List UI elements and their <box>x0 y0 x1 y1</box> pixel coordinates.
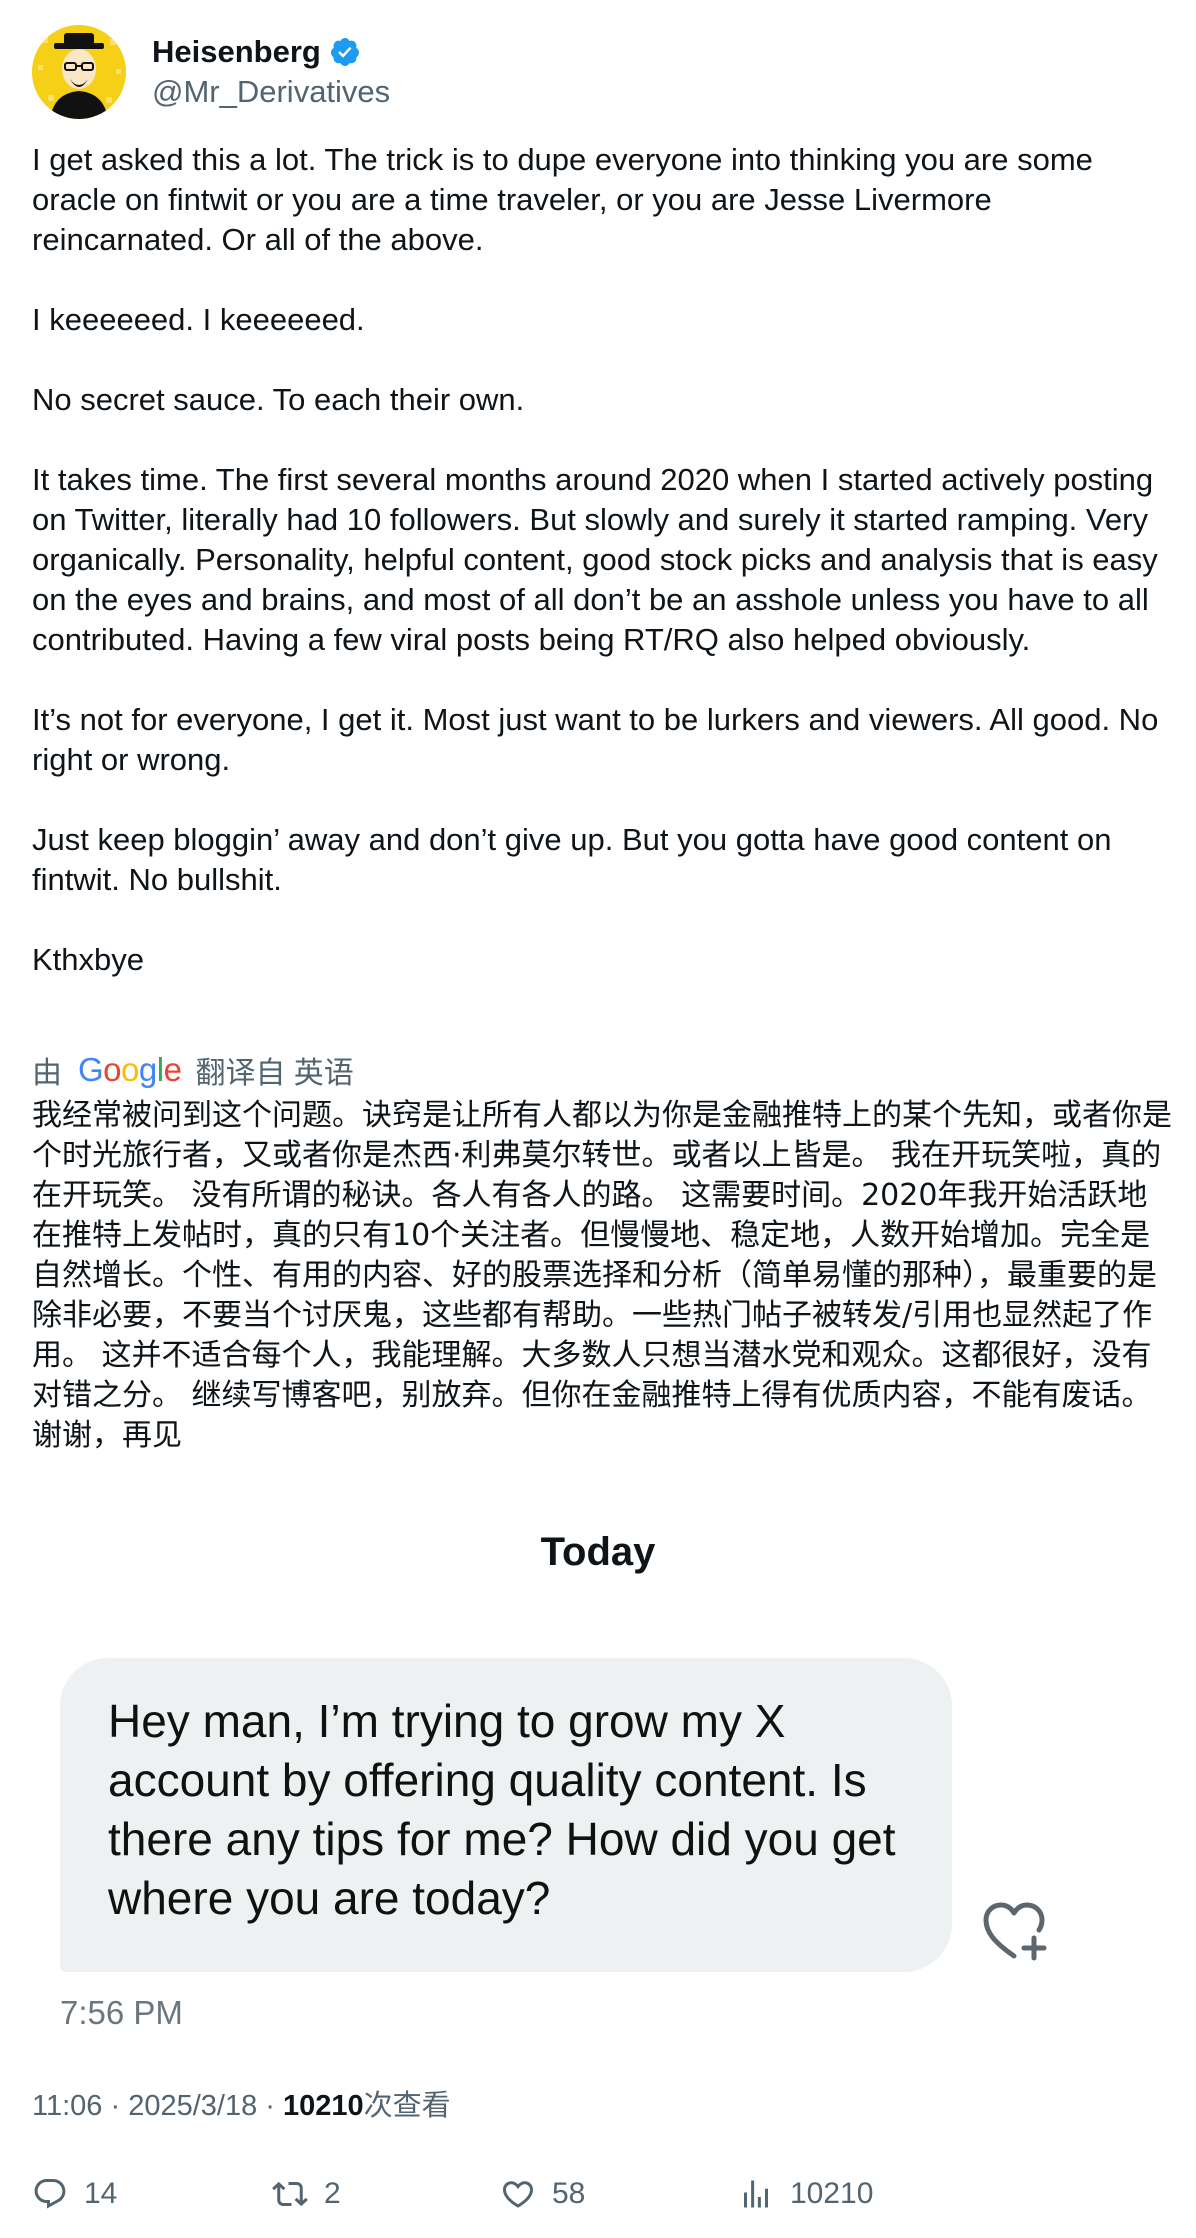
google-logo: Google <box>78 1051 182 1088</box>
day-separator: Today <box>540 1530 656 1574</box>
views-icon <box>744 2180 768 2208</box>
reply-count: 14 <box>84 2177 118 2210</box>
attached-image[interactable]: Today Hey man, I’m trying to grow my X a… <box>0 1510 1196 2050</box>
heart-plus-icon <box>980 1900 1048 1962</box>
tweet-meta: 11:06 · 2025/3/18 · 10210次查看 <box>32 2086 451 2126</box>
tweet-paragraph: It’s not for everyone, I get it. Most ju… <box>32 702 1167 777</box>
author-handle[interactable]: @Mr_Derivatives <box>152 72 390 112</box>
repost-icon <box>272 2181 308 2207</box>
author-name[interactable]: Heisenberg <box>152 32 321 72</box>
views-label: 次查看 <box>363 2090 451 2122</box>
views-button[interactable]: 10210 <box>738 2172 873 2216</box>
avatar[interactable] <box>32 25 126 119</box>
views-count: 10210 <box>283 2090 364 2122</box>
message-time: 7:56 PM <box>60 1994 183 2031</box>
like-button[interactable]: 58 <box>500 2172 585 2216</box>
translation-attribution[interactable]: 由 Google 翻译自 英语 <box>32 1050 354 1090</box>
reply-icon <box>34 2179 66 2209</box>
tweet-text: I get asked this a lot. The trick is to … <box>32 140 1172 980</box>
action-bar: 14 2 58 10210 <box>32 2172 1172 2216</box>
tweet-paragraph: Kthxbye <box>32 942 145 977</box>
tweet-date[interactable]: 2025/3/18 <box>128 2090 257 2122</box>
views-count-action: 10210 <box>790 2177 874 2210</box>
tweet-time[interactable]: 11:06 <box>32 2090 102 2122</box>
repost-button[interactable]: 2 <box>272 2172 341 2216</box>
tweet-paragraph: Just keep bloggin’ away and don’t give u… <box>32 822 1121 897</box>
tweet-paragraph: It takes time. The first several months … <box>32 462 1167 657</box>
verified-badge-icon[interactable] <box>329 36 361 68</box>
meta-separator: · <box>265 2090 283 2122</box>
reply-button[interactable]: 14 <box>32 2172 117 2216</box>
tweet-paragraph: I keeeeeed. I keeeeeed. <box>32 302 365 337</box>
like-icon <box>502 2181 534 2208</box>
like-count: 58 <box>552 2177 586 2210</box>
tweet-paragraph: I get asked this a lot. The trick is to … <box>32 142 1102 257</box>
repost-count: 2 <box>324 2177 341 2210</box>
translation-prefix: 由 <box>32 1057 62 1090</box>
meta-separator: · <box>110 2090 129 2122</box>
name-row: Heisenberg <box>152 32 390 72</box>
translation-suffix: 翻译自 英语 <box>195 1057 354 1090</box>
author-block: Heisenberg @Mr_Derivatives <box>152 32 390 112</box>
tweet-paragraph: No secret sauce. To each their own. <box>32 382 525 417</box>
message-bubble: Hey man, I’m trying to grow my X account… <box>60 1658 952 1972</box>
tweet-header: Heisenberg @Mr_Derivatives <box>32 24 390 120</box>
translated-text: 我经常被问到这个问题。诀窍是让所有人都以为你是金融推特上的某个先知，或者你是个时… <box>32 1098 1172 1453</box>
